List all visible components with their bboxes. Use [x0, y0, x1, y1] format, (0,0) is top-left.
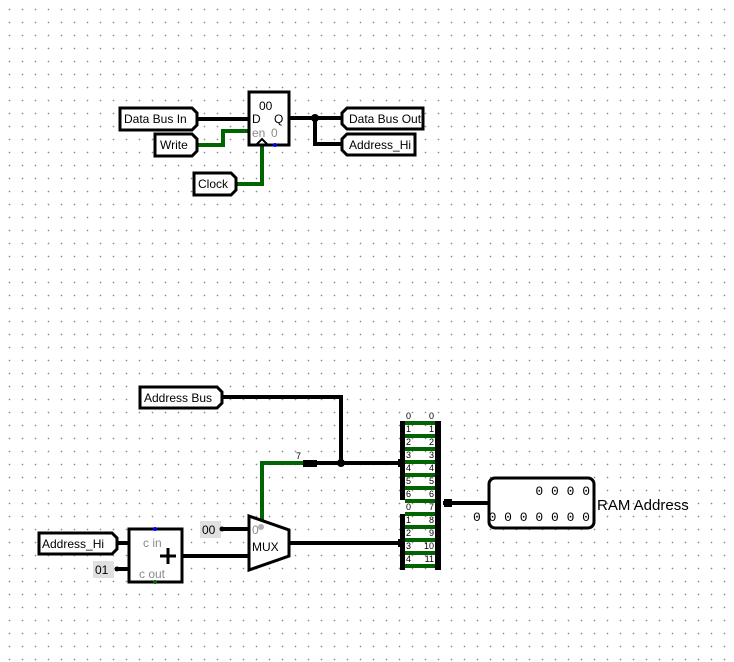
pin-data-bus-out[interactable]: Data Bus Out [340, 106, 425, 131]
pin-label: Address_Hi [349, 138, 411, 152]
wire-address-hi-out[interactable] [313, 116, 344, 146]
register-reset-label: 0 [271, 126, 278, 140]
splitter-top-bit-label-right: 3 [429, 450, 434, 460]
wire-junction [337, 459, 345, 467]
constant-00[interactable]: 00 [200, 521, 225, 538]
splitter-bottom-bit-label-right: 10 [424, 541, 434, 551]
splitter-bottom-bit-label-right: 7 [429, 502, 434, 512]
register-q-label: Q [274, 112, 283, 126]
wire-mux-select[interactable] [260, 461, 305, 520]
splitter-bottom-bit-label-right: 11 [425, 554, 434, 564]
mux-label: MUX [252, 540, 279, 554]
pin-address-bus[interactable]: Address Bus [138, 385, 224, 410]
splitter-bottom-bit-label-right: 9 [429, 528, 434, 538]
splitter-top-bit-label-left: 3 [406, 450, 411, 460]
splitter-top-bit-label-left: 2 [406, 437, 411, 447]
splitter-top-bit-label-right: 4 [429, 463, 434, 473]
pin-write[interactable]: Write [153, 132, 199, 158]
wire-junction [311, 114, 319, 122]
register-en-label: en [252, 126, 265, 140]
circuit-canvas[interactable]: Data Bus In Write Clock 00 D Q en 0 Data… [0, 0, 734, 662]
splitter-bottom[interactable] [398, 500, 441, 570]
splitter-top-bit-label-right: 0 [429, 411, 434, 421]
mux-component[interactable]: 0 MUX [247, 513, 291, 573]
register-d-label: D [252, 112, 261, 126]
bit-extender [303, 460, 317, 467]
address-section: 7 Address Bus Address_Hi 01 00 c in c ou… [37, 385, 689, 584]
constant-value: 01 [95, 563, 109, 577]
splitter-bottom-bit-label-left: 3 [406, 541, 411, 551]
adder-component[interactable]: c in c out [127, 527, 184, 584]
pin-label: Data Bus Out [349, 112, 422, 126]
probe-row-high: 0 0 0 0 [535, 484, 590, 499]
register-value: 00 [259, 99, 273, 113]
ram-address-probe[interactable]: 0 0 0 0 0 0 0 0 0 0 0 0 [473, 476, 596, 530]
splitter-top-bit-label-right: 6 [429, 489, 434, 499]
splitter-bottom-bit-label-left: 4 [406, 554, 411, 564]
adder-cout-label: c out [139, 567, 166, 581]
splitter-bottom-bit-label-right: 8 [429, 515, 434, 525]
splitter-top-bit-label-right: 1 [429, 424, 434, 434]
splitter-top-bit-label-left: 1 [406, 424, 411, 434]
splitter-bottom-bit-label-left: 0 [406, 502, 411, 512]
adder-cin-label: c in [143, 536, 162, 550]
constant-01[interactable]: 01 [93, 561, 120, 578]
splitter-bottom-bit-wire [405, 564, 435, 568]
splitter-top-bit-label-right: 2 [429, 437, 434, 447]
pin-clock[interactable]: Clock [192, 171, 238, 197]
splitter-bottom-bit-label-left: 2 [406, 528, 411, 538]
pin-label: Address_Hi [42, 537, 104, 551]
pin-label: Write [160, 138, 188, 152]
register-section: Data Bus In Write Clock 00 D Q en 0 Data… [118, 90, 425, 197]
cin-pin-dot [153, 527, 157, 531]
cout-pin-dot [153, 580, 157, 584]
bus-width-label: 7 [296, 451, 301, 461]
pin-data-bus-in[interactable]: Data Bus In [118, 106, 199, 132]
probe-row-low: 0 0 0 0 0 0 0 0 [473, 510, 590, 525]
ram-address-label: RAM Address [597, 497, 689, 514]
pin-label: Clock [198, 177, 229, 191]
pin-address-hi-out[interactable]: Address_Hi [340, 132, 417, 157]
splitter-top-bit-label-left: 6 [406, 489, 411, 499]
splitter-bottom-bit-label-left: 1 [406, 515, 411, 525]
reset-pin-dot [273, 143, 277, 147]
mux-select-dot [258, 524, 264, 530]
splitter-top-bit-label-left: 5 [406, 476, 411, 486]
wire-write[interactable] [195, 129, 251, 147]
splitter-top-bit-label-right: 5 [429, 476, 434, 486]
wire-address-bus[interactable] [220, 395, 343, 465]
wire-clock[interactable] [234, 143, 264, 186]
pin-label: Data Bus In [124, 112, 187, 126]
constant-value: 00 [202, 523, 216, 537]
register-component[interactable]: 00 D Q en 0 [247, 90, 291, 147]
pin-address-hi-in[interactable]: Address_Hi [37, 531, 119, 556]
splitter-top-bit-label-left: 0 [406, 411, 411, 421]
pin-label: Address Bus [144, 391, 212, 405]
splitter-output-end [444, 499, 452, 507]
mux-select-label: 0 [252, 523, 259, 537]
splitter-top-bit-label-left: 4 [406, 463, 411, 473]
